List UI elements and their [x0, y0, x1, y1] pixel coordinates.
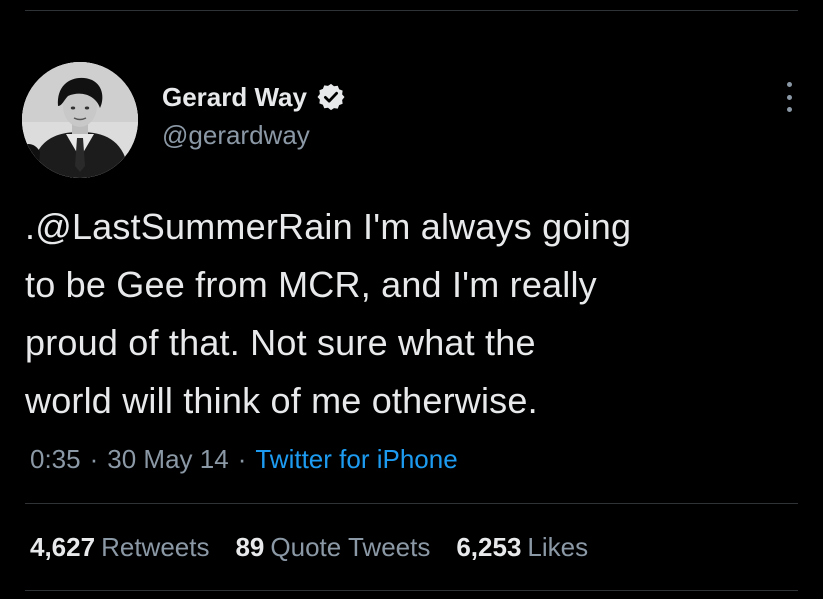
tweet-text: .@LastSummerRain I'm always going to be … [25, 198, 795, 430]
quote-tweets-count: 89 [235, 532, 265, 562]
likes-stat[interactable]: 6,253 Likes [456, 532, 588, 563]
tweet-source-link[interactable]: Twitter for iPhone [255, 444, 457, 475]
retweets-count: 4,627 [30, 532, 96, 562]
tweet-line: world will think of me otherwise. [25, 380, 538, 421]
meta-separator: · [89, 444, 99, 474]
author-block: Gerard Way @gerardway [162, 80, 346, 151]
more-dot [786, 82, 792, 87]
tweet-meta: 0:35 · 30 May 14 · Twitter for iPhone [30, 444, 458, 475]
more-options-icon[interactable] [783, 82, 795, 112]
tweet-line: .@LastSummerRain I'm always going [25, 206, 632, 247]
retweets-stat[interactable]: 4,627 Retweets [30, 532, 209, 563]
meta-separator: · [237, 444, 247, 474]
author-name[interactable]: Gerard Way [162, 82, 307, 113]
top-divider [25, 10, 798, 11]
avatar[interactable] [22, 62, 138, 178]
more-dot [786, 94, 792, 100]
tweet-line: proud of that. Not sure what the [25, 322, 536, 363]
quote-tweets-label: Quote Tweets [270, 532, 431, 562]
tweet-line: to be Gee from MCR, and I'm really [25, 264, 597, 305]
author-handle[interactable]: @gerardway [162, 120, 346, 151]
verified-badge-icon [316, 82, 346, 112]
tweet-stats: 4,627 Retweets 89 Quote Tweets 6,253 Likes [30, 532, 614, 563]
likes-count: 6,253 [456, 532, 522, 562]
likes-label: Likes [527, 532, 589, 562]
tweet-date[interactable]: 30 May 14 [107, 444, 228, 475]
avatar-photo [22, 62, 138, 178]
quote-tweets-stat[interactable]: 89 Quote Tweets [235, 532, 430, 563]
stats-divider-bottom [25, 590, 798, 591]
author-name-row: Gerard Way [162, 80, 346, 114]
tweet-time[interactable]: 0:35 [30, 444, 81, 475]
more-dot [786, 107, 792, 112]
retweets-label: Retweets [101, 532, 210, 562]
stats-divider-top [25, 503, 798, 504]
